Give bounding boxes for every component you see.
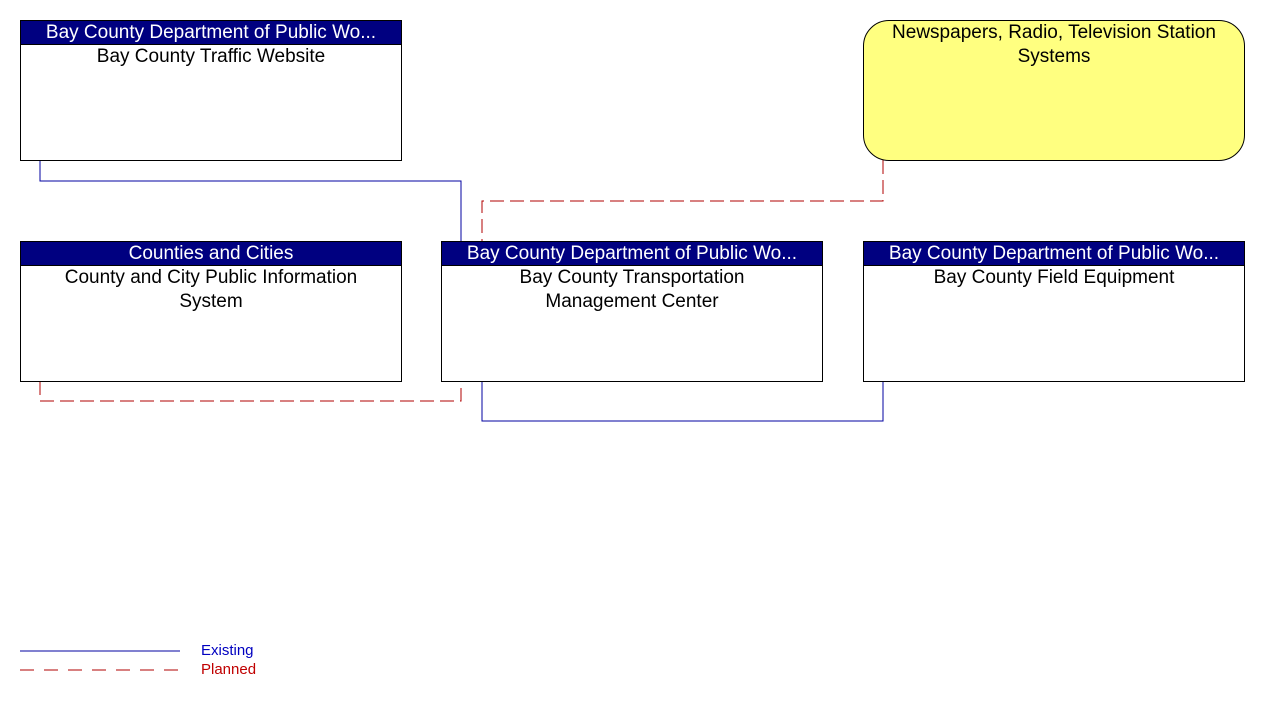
node-tmc[interactable]: Bay County Department of Public Wo... Ba… <box>441 241 823 382</box>
node-title: Bay County Transportation Management Cen… <box>519 267 745 312</box>
link-media-systems-tmc <box>481 160 884 241</box>
link-traffic-website-tmc <box>39 160 462 241</box>
node-title: Bay County Field Equipment <box>933 267 1175 288</box>
node-title: County and City Public Information Syste… <box>64 267 358 312</box>
node-field-equipment[interactable]: Bay County Department of Public Wo... Ba… <box>863 241 1245 382</box>
link-public-info-tmc <box>39 381 462 402</box>
node-traffic-website[interactable]: Bay County Department of Public Wo... Ba… <box>20 20 402 161</box>
node-title: Bay County Traffic Website <box>96 46 326 67</box>
node-header: Bay County Department of Public Wo... <box>21 21 401 45</box>
node-media-systems[interactable]: Newspapers, Radio, Television Station Sy… <box>863 20 1245 161</box>
node-public-info[interactable]: Counties and Cities County and City Publ… <box>20 241 402 382</box>
node-header: Bay County Department of Public Wo... <box>442 242 822 266</box>
node-header: Bay County Department of Public Wo... <box>864 242 1244 266</box>
node-header: Counties and Cities <box>21 242 401 266</box>
node-title: Newspapers, Radio, Television Station Sy… <box>892 22 1216 67</box>
link-tmc-field-equipment <box>481 381 884 422</box>
legend-planned-label: Planned <box>201 661 257 678</box>
legend-existing-label: Existing <box>201 642 254 659</box>
